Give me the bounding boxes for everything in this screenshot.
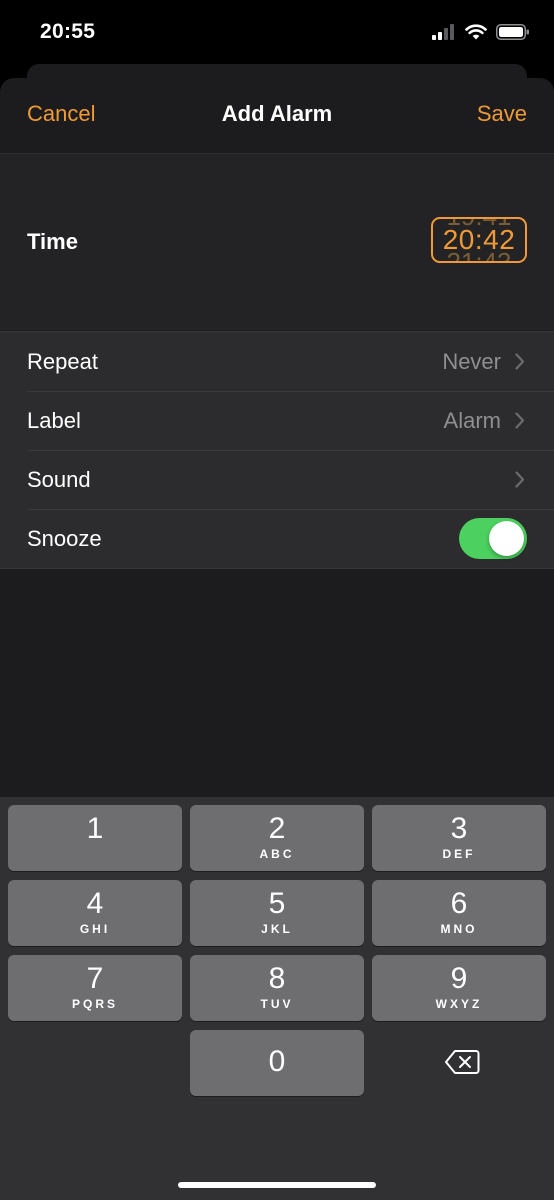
key-letters: JKL xyxy=(261,922,293,936)
repeat-row[interactable]: Repeat Never xyxy=(0,332,554,391)
key-number: 9 xyxy=(450,962,468,995)
nav-bar: Cancel Add Alarm Save xyxy=(0,78,554,154)
key-letters: DEF xyxy=(442,847,476,861)
status-time: 20:55 xyxy=(40,20,96,43)
delete-backspace-icon[interactable] xyxy=(444,1048,480,1076)
home-indicator[interactable] xyxy=(178,1182,376,1188)
key-7[interactable]: 7 PQRS xyxy=(8,955,182,1021)
battery-icon xyxy=(496,24,529,40)
key-number: 2 xyxy=(268,812,286,845)
key-number: 3 xyxy=(450,812,468,845)
key-number: 0 xyxy=(268,1045,286,1078)
time-value: 20:42 xyxy=(442,224,516,255)
key-letters: PQRS xyxy=(71,997,118,1011)
key-4[interactable]: 4 GHI xyxy=(8,880,182,946)
key-0[interactable]: 0 xyxy=(190,1030,364,1096)
repeat-label: Repeat xyxy=(27,349,98,374)
key-3[interactable]: 3 DEF xyxy=(372,805,546,871)
snooze-label: Snooze xyxy=(27,526,102,551)
time-label: Time xyxy=(27,229,78,254)
key-1[interactable]: 1 xyxy=(8,805,182,871)
label-value: Alarm xyxy=(443,408,501,433)
wifi-icon xyxy=(465,24,487,40)
key-2[interactable]: 2 ABC xyxy=(190,805,364,871)
label-label: Label xyxy=(27,408,81,433)
snooze-toggle[interactable] xyxy=(459,518,527,559)
numeric-keypad: 1 2 ABC 3 DEF 4 GHI 5 JKL 6 MNO 7 PQRS 8… xyxy=(0,797,554,1200)
key-number: 5 xyxy=(268,887,286,920)
chevron-right-icon xyxy=(515,471,525,488)
key-number: 1 xyxy=(86,812,104,845)
key-letters: TUV xyxy=(260,997,294,1011)
key-letters: GHI xyxy=(79,922,111,936)
status-icons xyxy=(432,24,530,40)
repeat-value: Never xyxy=(442,349,501,374)
time-picker-field[interactable]: 19:41 21:43 20:42 xyxy=(431,217,527,263)
key-number: 6 xyxy=(450,887,468,920)
page-title: Add Alarm xyxy=(221,101,333,126)
key-letters: ABC xyxy=(259,847,295,861)
cellular-signal-icon xyxy=(432,24,454,40)
key-letters: MNO xyxy=(440,922,478,936)
time-row: Time 19:41 21:43 20:42 xyxy=(0,154,554,330)
key-letters: WXYZ xyxy=(435,997,483,1011)
key-8[interactable]: 8 TUV xyxy=(190,955,364,1021)
status-bar: 20:55 xyxy=(0,0,554,66)
toggle-knob xyxy=(489,521,524,556)
snooze-row: Snooze xyxy=(0,509,554,568)
chevron-right-icon xyxy=(515,353,525,370)
save-button[interactable]: Save xyxy=(477,101,527,127)
sound-label: Sound xyxy=(27,467,91,492)
key-number: 4 xyxy=(86,887,104,920)
alarm-options-list: Repeat Never Label Alarm Sound Snooze xyxy=(0,331,554,569)
key-number: 8 xyxy=(268,962,286,995)
label-row[interactable]: Label Alarm xyxy=(0,391,554,450)
key-9[interactable]: 9 WXYZ xyxy=(372,955,546,1021)
key-5[interactable]: 5 JKL xyxy=(190,880,364,946)
key-6[interactable]: 6 MNO xyxy=(372,880,546,946)
key-number: 7 xyxy=(86,962,104,995)
sound-row[interactable]: Sound xyxy=(0,450,554,509)
chevron-right-icon xyxy=(515,412,525,429)
